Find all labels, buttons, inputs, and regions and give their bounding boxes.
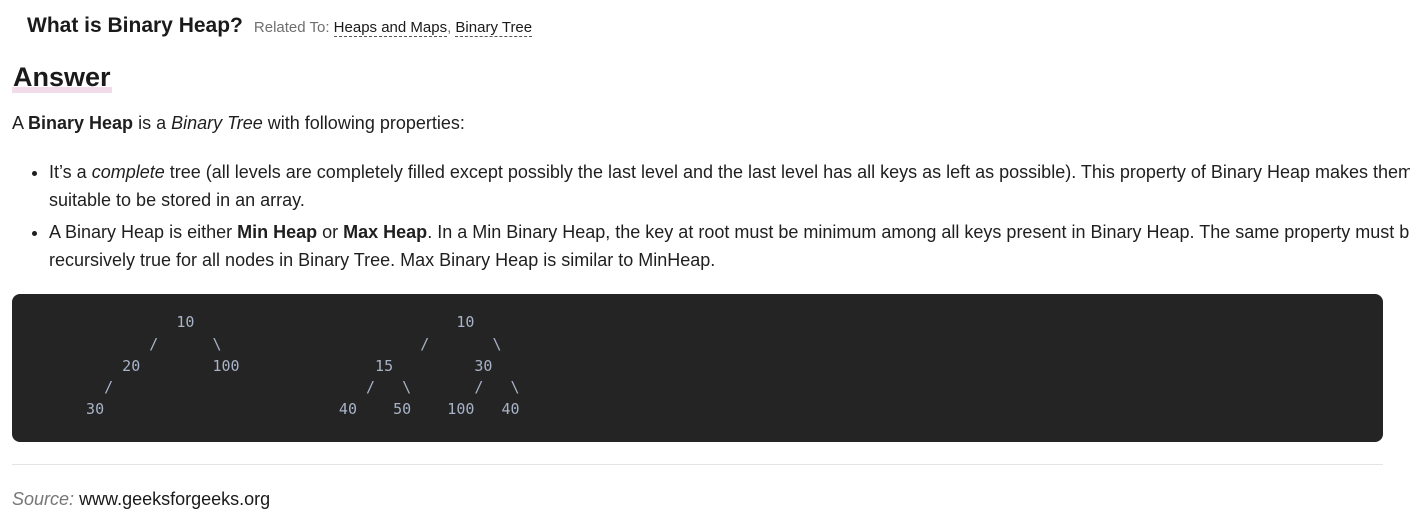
bullet-text: A Binary Heap is either <box>49 222 238 242</box>
intro-term-binary-heap: Binary Heap <box>28 113 134 133</box>
heap-tree-diagram: 10 10 / \ / \ 20 100 15 30 / / \ / \ 30 <box>86 313 520 419</box>
related-tag-heaps-and-maps[interactable]: Heaps and Maps <box>333 19 448 37</box>
source-link[interactable]: www.geeksforgeeks.org <box>79 489 270 509</box>
property-min-max-heap: A Binary Heap is either Min Heap or Max … <box>49 218 1410 274</box>
term-min-heap: Min Heap <box>237 222 318 242</box>
intro-text: A <box>12 113 29 133</box>
question-header: What is Binary Heap? Related To: Heaps a… <box>27 14 533 38</box>
related-to: Related To: Heaps and Maps, Binary Tree <box>253 19 533 37</box>
properties-list: It’s a complete tree (all levels are com… <box>12 158 1410 278</box>
related-label: Related To: <box>253 19 330 36</box>
source-label: Source: <box>12 489 75 509</box>
answer-heading: Answer <box>12 62 112 93</box>
intro-term-binary-tree: Binary Tree <box>171 113 263 133</box>
answer-intro: A Binary Heap is a Binary Tree with foll… <box>12 113 465 134</box>
bullet-text: or <box>317 222 344 242</box>
question-title: What is Binary Heap? <box>27 14 243 37</box>
term-complete: complete <box>91 162 165 182</box>
related-tag-binary-tree[interactable]: Binary Tree <box>455 19 533 37</box>
source-line: Source: www.geeksforgeeks.org <box>12 489 270 510</box>
bullet-text: tree (all levels are completely filled e… <box>49 162 1410 210</box>
property-complete-tree: It’s a complete tree (all levels are com… <box>49 158 1410 214</box>
bullet-text: It’s a <box>49 162 92 182</box>
code-block: 10 10 / \ / \ 20 100 15 30 / / \ / \ 30 <box>12 294 1383 442</box>
intro-text: is a <box>133 113 172 133</box>
intro-text: with following properties: <box>262 113 465 133</box>
divider <box>12 464 1383 465</box>
term-max-heap: Max Heap <box>343 222 428 242</box>
